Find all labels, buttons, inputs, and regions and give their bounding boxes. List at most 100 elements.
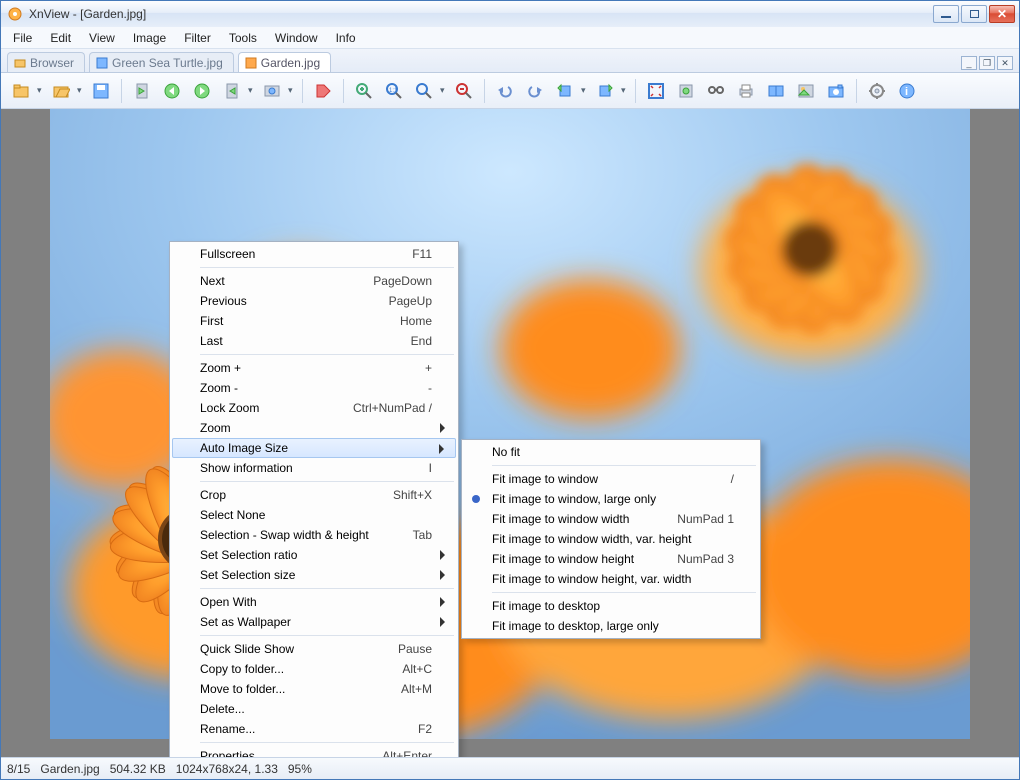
ctx-quick-slideshow[interactable]: Quick Slide ShowPause [172, 639, 456, 659]
toolbar-info-button[interactable]: i [893, 77, 921, 105]
ctx-next[interactable]: NextPageDown [172, 271, 456, 291]
sub-fit-window-width[interactable]: Fit image to window widthNumPad 1 [464, 509, 758, 529]
context-menu: FullscreenF11 NextPageDown PreviousPageU… [169, 241, 459, 757]
chevron-right-icon [440, 423, 450, 433]
toolbar-zoom-button[interactable] [410, 77, 438, 105]
tabstrip: Browser Green Sea Turtle.jpg Garden.jpg [1, 49, 1019, 73]
toolbar-browser-button[interactable] [7, 77, 35, 105]
minimize-button[interactable] [933, 5, 959, 23]
chevron-right-icon [440, 597, 450, 607]
status-size: 504.32 KB [110, 762, 166, 776]
dropdown-icon[interactable]: ▾ [77, 85, 85, 96]
status-index: 8/15 [7, 762, 30, 776]
toolbar-undo-button[interactable] [491, 77, 519, 105]
toolbar-zoom-1to1-button[interactable]: 1:1 [380, 77, 408, 105]
toolbar-save-button[interactable] [87, 77, 115, 105]
ctx-zoom[interactable]: Zoom [172, 418, 456, 438]
tab-turtle[interactable]: Green Sea Turtle.jpg [89, 52, 234, 72]
toolbar-fullscreen-button[interactable] [642, 77, 670, 105]
chevron-right-icon [440, 617, 450, 627]
ctx-set-selection-ratio[interactable]: Set Selection ratio [172, 545, 456, 565]
tab-garden[interactable]: Garden.jpg [238, 52, 331, 72]
toolbar-prev-page-button[interactable] [128, 77, 156, 105]
dropdown-icon[interactable]: ▾ [248, 85, 256, 96]
ctx-crop[interactable]: CropShift+X [172, 485, 456, 505]
ctx-properties[interactable]: PropertiesAlt+Enter [172, 746, 456, 757]
ctx-set-as-wallpaper[interactable]: Set as Wallpaper [172, 612, 456, 632]
ctx-previous[interactable]: PreviousPageUp [172, 291, 456, 311]
sub-fit-desktop-large-only[interactable]: Fit image to desktop, large only [464, 616, 758, 636]
toolbar-acquire-button[interactable] [672, 77, 700, 105]
context-submenu-auto-image-size: No fit Fit image to window/ Fit image to… [461, 439, 761, 639]
menu-tools[interactable]: Tools [221, 29, 265, 47]
ctx-set-selection-size[interactable]: Set Selection size [172, 565, 456, 585]
ctx-open-with[interactable]: Open With [172, 592, 456, 612]
sub-no-fit[interactable]: No fit [464, 442, 758, 462]
sub-fit-desktop[interactable]: Fit image to desktop [464, 596, 758, 616]
ctx-select-none[interactable]: Select None [172, 505, 456, 525]
toolbar-compare-button[interactable] [762, 77, 790, 105]
status-dimensions: 1024x768x24, 1.33 [176, 762, 278, 776]
toolbar-redo-button[interactable] [521, 77, 549, 105]
toolbar-tag-button[interactable] [309, 77, 337, 105]
ctx-fullscreen[interactable]: FullscreenF11 [172, 244, 456, 264]
ctx-selection-swap[interactable]: Selection - Swap width & heightTab [172, 525, 456, 545]
toolbar-next-file-button[interactable] [188, 77, 216, 105]
dropdown-icon[interactable]: ▾ [440, 85, 448, 96]
chevron-right-icon [440, 550, 450, 560]
menu-filter[interactable]: Filter [176, 29, 219, 47]
menu-edit[interactable]: Edit [42, 29, 79, 47]
menu-window[interactable]: Window [267, 29, 326, 47]
toolbar-zoom-out-button[interactable] [450, 77, 478, 105]
ctx-rename[interactable]: Rename...F2 [172, 719, 456, 739]
maximize-button[interactable] [961, 5, 987, 23]
sub-fit-window-height-var-width[interactable]: Fit image to window height, var. width [464, 569, 758, 589]
menubar: File Edit View Image Filter Tools Window… [1, 27, 1019, 49]
ctx-first[interactable]: FirstHome [172, 311, 456, 331]
image-canvas[interactable]: FullscreenF11 NextPageDown PreviousPageU… [1, 109, 1019, 757]
sub-fit-window-height[interactable]: Fit image to window heightNumPad 3 [464, 549, 758, 569]
ctx-last[interactable]: LastEnd [172, 331, 456, 351]
dropdown-icon[interactable]: ▾ [581, 85, 589, 96]
status-zoom: 95% [288, 762, 312, 776]
dropdown-icon[interactable]: ▾ [288, 85, 296, 96]
ctx-move-to-folder[interactable]: Move to folder...Alt+M [172, 679, 456, 699]
toolbar-rotate-left-button[interactable] [551, 77, 579, 105]
mdi-close-button[interactable]: ✕ [997, 56, 1013, 70]
close-button[interactable]: ✕ [989, 5, 1015, 23]
ctx-auto-image-size[interactable]: Auto Image Size [172, 438, 456, 458]
toolbar-search-button[interactable] [702, 77, 730, 105]
toolbar-rotate-right-button[interactable] [591, 77, 619, 105]
toolbar-next-page-button[interactable] [218, 77, 246, 105]
dropdown-icon[interactable]: ▾ [621, 85, 629, 96]
menu-view[interactable]: View [81, 29, 123, 47]
toolbar-zoom-in-button[interactable] [350, 77, 378, 105]
folder-icon [14, 57, 26, 69]
ctx-copy-to-folder[interactable]: Copy to folder...Alt+C [172, 659, 456, 679]
ctx-lock-zoom[interactable]: Lock ZoomCtrl+NumPad / [172, 398, 456, 418]
mdi-minimize-button[interactable]: _ [961, 56, 977, 70]
toolbar-prev-file-button[interactable] [158, 77, 186, 105]
sub-fit-window-width-var-height[interactable]: Fit image to window width, var. height [464, 529, 758, 549]
sub-fit-window-large-only[interactable]: Fit image to window, large only [464, 489, 758, 509]
menu-file[interactable]: File [5, 29, 40, 47]
ctx-delete[interactable]: Delete... [172, 699, 456, 719]
tab-browser[interactable]: Browser [7, 52, 85, 72]
toolbar-print-button[interactable] [732, 77, 760, 105]
svg-text:i: i [905, 86, 908, 98]
statusbar: 8/15 Garden.jpg 504.32 KB 1024x768x24, 1… [1, 757, 1019, 779]
menu-info[interactable]: Info [328, 29, 364, 47]
image-icon [245, 57, 257, 69]
ctx-show-information[interactable]: Show informationI [172, 458, 456, 478]
toolbar-open-button[interactable] [47, 77, 75, 105]
toolbar-slideshow-button[interactable] [258, 77, 286, 105]
toolbar-capture-button[interactable] [822, 77, 850, 105]
sub-fit-window[interactable]: Fit image to window/ [464, 469, 758, 489]
dropdown-icon[interactable]: ▾ [37, 85, 45, 96]
ctx-zoom-out[interactable]: Zoom -- [172, 378, 456, 398]
toolbar-picture-button[interactable] [792, 77, 820, 105]
ctx-zoom-in[interactable]: Zoom ++ [172, 358, 456, 378]
mdi-restore-button[interactable]: ❐ [979, 56, 995, 70]
menu-image[interactable]: Image [125, 29, 174, 47]
toolbar-settings-button[interactable] [863, 77, 891, 105]
